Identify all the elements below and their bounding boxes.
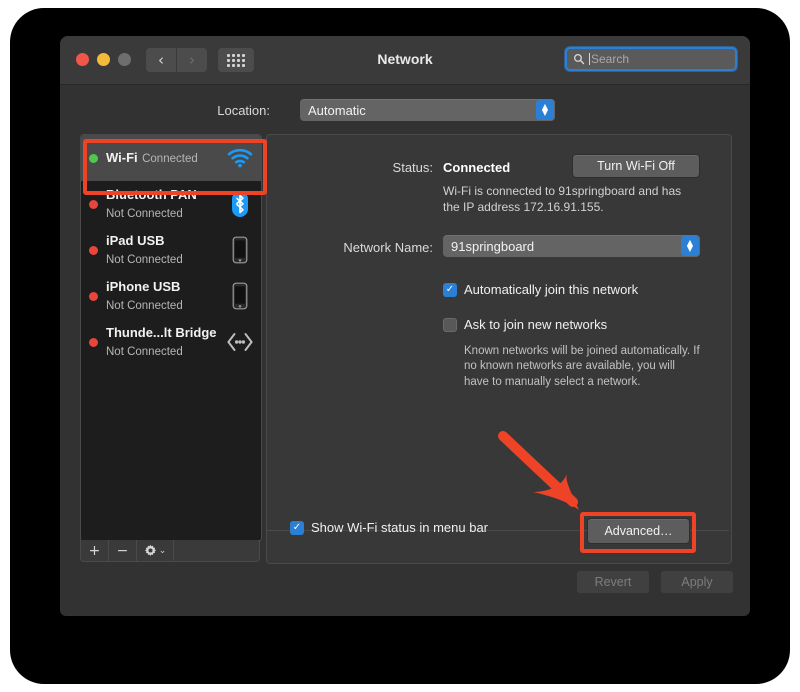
location-row: Location: Automatic ▲ ▼ xyxy=(60,98,750,122)
network-name-label: Network Name: xyxy=(343,240,433,255)
location-label: Location: xyxy=(217,102,270,118)
close-button[interactable] xyxy=(76,53,89,66)
sidebar-item-label: iPhone USB xyxy=(106,279,181,294)
chevron-updown-icon[interactable]: ▲ ▼ xyxy=(536,100,554,120)
back-button[interactable]: ‹ xyxy=(146,48,176,72)
status-dot-red xyxy=(89,245,98,255)
network-name-value: 91springboard xyxy=(451,238,535,254)
sidebar-item-label: Thunde...lt Bridge xyxy=(106,325,217,340)
add-service-button[interactable]: + xyxy=(81,540,109,561)
ipad-icon xyxy=(225,235,255,265)
minimize-button[interactable] xyxy=(97,53,110,66)
ask-join-checkbox[interactable] xyxy=(443,317,457,332)
chevron-left-icon: ‹ xyxy=(158,50,164,69)
sidebar-footer-toolbar: + − ⌄ xyxy=(80,540,260,562)
sidebar-item-bluetooth-pan[interactable]: Bluetooth PAN Not Connected xyxy=(81,181,261,227)
window-titlebar: ‹ › Network Search xyxy=(60,36,750,85)
location-select[interactable]: Automatic ▲ ▼ xyxy=(300,99,555,121)
search-field[interactable]: Search xyxy=(565,47,737,71)
sidebar-item-status: Connected xyxy=(142,153,198,165)
ask-join-label: Ask to join new networks xyxy=(464,317,608,332)
text-caret xyxy=(589,53,590,65)
status-label: Status: xyxy=(392,160,433,175)
show-all-button[interactable] xyxy=(218,48,254,72)
auto-join-label: Automatically join this network xyxy=(464,282,639,297)
sidebar-item-status: Not Connected xyxy=(106,346,183,358)
advanced-button[interactable]: Advanced… xyxy=(587,518,690,544)
chevron-down-icon: ⌄ xyxy=(158,545,167,556)
status-dot-red xyxy=(89,337,98,347)
ask-join-checkbox-row[interactable]: Ask to join new networks xyxy=(443,317,607,332)
status-value: Connected xyxy=(443,160,511,175)
show-status-checkbox-row[interactable]: ✓ Show Wi-Fi status in menu bar xyxy=(290,520,488,535)
sidebar-item-iphone-usb[interactable]: iPhone USB Not Connected xyxy=(81,273,261,319)
turn-wifi-off-button[interactable]: Turn Wi-Fi Off xyxy=(572,154,700,178)
status-dot-green xyxy=(89,153,98,163)
sidebar-item-thunderbolt-bridge[interactable]: Thunde...lt Bridge Not Connected xyxy=(81,319,261,365)
remove-service-button[interactable]: − xyxy=(109,540,137,561)
bluetooth-icon xyxy=(225,189,255,219)
sidebar-item-wifi[interactable]: Wi-Fi Connected xyxy=(81,135,261,181)
location-value: Automatic xyxy=(308,102,366,118)
sidebar-item-label: iPad USB xyxy=(106,233,165,248)
iphone-icon xyxy=(225,281,255,311)
sidebar-item-ipad-usb[interactable]: iPad USB Not Connected xyxy=(81,227,261,273)
chevron-right-icon: › xyxy=(189,50,195,69)
status-dot-red xyxy=(89,291,98,301)
network-services-list[interactable]: Wi-Fi Connected Bluetooth PAN Not Connec… xyxy=(80,134,262,542)
search-icon xyxy=(574,54,585,65)
sidebar-item-status: Not Connected xyxy=(106,208,183,220)
gear-glyph xyxy=(144,544,156,557)
known-networks-note: Known networks will be joined automatica… xyxy=(464,345,700,388)
search-input[interactable]: Search xyxy=(591,52,629,66)
forward-button[interactable]: › xyxy=(177,48,207,72)
gear-icon[interactable]: ⌄ xyxy=(137,540,174,561)
thunderbolt-icon xyxy=(225,327,255,357)
sidebar-item-status: Not Connected xyxy=(106,300,183,312)
apply-button[interactable]: Apply xyxy=(660,570,734,594)
chevron-updown-icon[interactable]: ▲ ▼ xyxy=(681,236,699,256)
auto-join-checkbox-row[interactable]: ✓ Automatically join this network xyxy=(443,282,638,297)
revert-button[interactable]: Revert xyxy=(576,570,650,594)
sidebar-item-label: Bluetooth PAN xyxy=(106,187,197,202)
sidebar-item-label: Wi-Fi xyxy=(106,150,138,165)
show-status-label: Show Wi-Fi status in menu bar xyxy=(311,520,489,535)
show-status-checkbox[interactable]: ✓ xyxy=(290,520,304,535)
grid-icon xyxy=(227,53,245,67)
sidebar-item-status: Not Connected xyxy=(106,254,183,266)
status-dot-red xyxy=(89,199,98,209)
status-detail-text: Wi-Fi is connected to 91springboard and … xyxy=(443,184,682,215)
wifi-icon xyxy=(225,143,255,173)
auto-join-checkbox[interactable]: ✓ xyxy=(443,282,457,297)
network-name-select[interactable]: 91springboard ▲ ▼ xyxy=(443,235,700,257)
zoom-button[interactable] xyxy=(118,53,131,66)
network-preferences-window: ‹ › Network Search Location: Automatic ▲… xyxy=(60,36,750,616)
